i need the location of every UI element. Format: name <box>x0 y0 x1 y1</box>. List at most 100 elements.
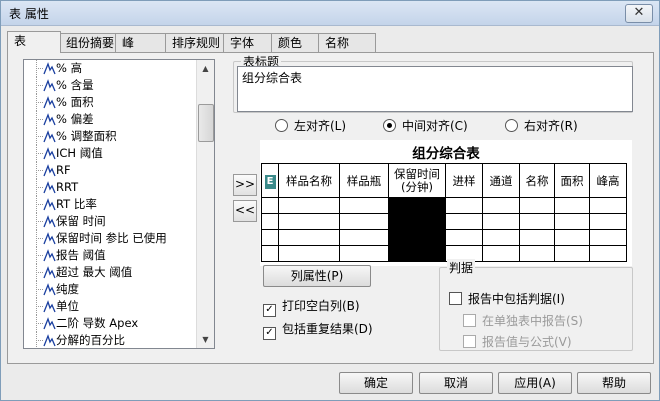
field-list-item-label: % 偏差 <box>56 112 94 126</box>
align-center-radio[interactable]: 中间对齐(C) <box>383 117 468 134</box>
separate-table-checkbox[interactable]: 在单独表中报告(S) <box>463 312 583 329</box>
column-header[interactable]: 名称 <box>519 163 555 198</box>
field-list-item[interactable]: 二阶 导数 Apex <box>24 315 196 332</box>
radio-circle-icon <box>275 119 288 132</box>
scroll-down-icon[interactable]: ▼ <box>197 331 214 348</box>
field-list-item-label: ICH 阈值 <box>56 146 103 160</box>
field-list-item[interactable]: 保留 时间 <box>24 213 196 230</box>
field-list-item-label: RRT <box>56 180 79 194</box>
peak-field-icon <box>43 283 56 296</box>
field-list-item[interactable]: ICH 阈值 <box>24 145 196 162</box>
column-header[interactable]: 峰高 <box>589 163 627 198</box>
peak-field-icon <box>43 181 56 194</box>
scroll-up-icon[interactable]: ▲ <box>197 60 214 77</box>
ok-button[interactable]: 确定 <box>339 372 413 394</box>
apply-button[interactable]: 应用(A) <box>498 372 572 394</box>
peak-field-icon <box>43 232 56 245</box>
align-right-label: 右对齐(R) <box>524 119 578 133</box>
judgement-label: 判据 <box>447 259 476 276</box>
help-button[interactable]: 帮助 <box>577 372 651 394</box>
print-blank-label: 打印空白列(B) <box>282 299 360 313</box>
field-list-item[interactable]: 纯度 <box>24 281 196 298</box>
field-list-item[interactable]: 保留时间 参比 已使用 <box>24 230 196 247</box>
checkmark-icon: ✓ <box>263 327 276 340</box>
field-list-item[interactable]: % 高 <box>24 60 196 77</box>
column-header[interactable]: 通道 <box>482 163 520 198</box>
field-list-items: % 高 % 含量 % 面积 % 偏差 % 调整面积 ICH 阈值 RF RRT RT 比率保留 … <box>24 60 196 348</box>
peak-field-icon <box>43 266 56 279</box>
tab-peak[interactable]: 峰 <box>115 33 172 52</box>
peak-field-icon <box>43 198 56 211</box>
field-list-item-label: RF <box>56 163 71 177</box>
field-list-item-label: % 调整面积 <box>56 129 117 143</box>
print-blank-columns-checkbox[interactable]: ✓ 打印空白列(B) <box>263 297 360 317</box>
align-left-radio[interactable]: 左对齐(L) <box>275 117 346 134</box>
field-list-item-label: RT 比率 <box>56 197 97 211</box>
values-formulas-checkbox[interactable]: 报告值与公式(V) <box>463 333 572 350</box>
table-preview: 组分综合表 E 样品名称 样品瓶 保留时间 (分钟) 进样 通道 名称 面积 峰… <box>260 140 632 266</box>
peak-field-icon <box>43 215 56 228</box>
align-left-label: 左对齐(L) <box>294 119 347 133</box>
column-marker-cell[interactable]: E <box>261 163 279 198</box>
column-header[interactable]: 样品名称 <box>278 163 340 198</box>
include-duplicates-label: 包括重复结果(D) <box>282 322 373 336</box>
field-list-item[interactable]: % 调整面积 <box>24 128 196 145</box>
field-list-item[interactable]: % 含量 <box>24 77 196 94</box>
close-button[interactable]: ✕ <box>625 4 653 23</box>
field-list-item-label: 单位 <box>56 299 79 313</box>
field-list-item-label: % 含量 <box>56 78 94 92</box>
cancel-button[interactable]: 取消 <box>419 372 493 394</box>
column-header[interactable]: 面积 <box>554 163 590 198</box>
checkbox-icon <box>463 335 476 348</box>
field-list-item-label: 保留时间 参比 已使用 <box>56 231 167 245</box>
align-right-radio[interactable]: 右对齐(R) <box>505 117 578 134</box>
tab-name[interactable]: 名称 <box>318 33 376 52</box>
field-list-item[interactable]: 超过 最大 阈值 <box>24 264 196 281</box>
selected-column-body[interactable] <box>388 197 446 262</box>
field-list-item[interactable]: RF <box>24 162 196 179</box>
peak-field-icon <box>43 62 56 75</box>
radio-circle-icon <box>505 119 518 132</box>
field-list-item[interactable]: RT 比率 <box>24 196 196 213</box>
align-center-label: 中间对齐(C) <box>402 119 468 133</box>
field-list-item-label: 超过 最大 阈值 <box>56 265 133 279</box>
field-list-item[interactable]: RRT <box>24 179 196 196</box>
peak-field-icon <box>43 113 56 126</box>
column-header[interactable]: 样品瓶 <box>339 163 389 198</box>
field-list-item[interactable]: 报告 阈值 <box>24 247 196 264</box>
column-header[interactable]: 保留时间 (分钟) <box>388 163 446 198</box>
field-list-item[interactable]: % 偏差 <box>24 111 196 128</box>
include-duplicates-checkbox[interactable]: ✓ 包括重复结果(D) <box>263 320 373 340</box>
field-list-item[interactable]: 单位 <box>24 298 196 315</box>
peak-field-icon <box>43 147 56 160</box>
table-properties-dialog: 表 属性 ✕ 表 组份摘要 峰 排序规则 字体 颜色 名称 % 高 % 含量 % 面… <box>0 0 660 401</box>
peak-field-icon <box>43 317 56 330</box>
include-judgement-label: 报告中包括判据(I) <box>468 292 565 306</box>
preview-title: 组分综合表 <box>412 146 480 162</box>
column-header[interactable]: 进样 <box>445 163 483 198</box>
scroll-thumb[interactable] <box>198 104 214 142</box>
column-properties-button[interactable]: 列属性(P) <box>263 265 371 287</box>
remove-column-button[interactable]: << <box>233 200 257 222</box>
field-list-item[interactable]: 分解的百分比 <box>24 332 196 348</box>
checkbox-icon <box>463 314 476 327</box>
field-list-item[interactable]: % 面积 <box>24 94 196 111</box>
checkbox-icon <box>449 292 462 305</box>
field-list[interactable]: % 高 % 含量 % 面积 % 偏差 % 调整面积 ICH 阈值 RF RRT RT 比率保留 … <box>23 59 215 349</box>
tab-table[interactable]: 表 <box>7 31 61 53</box>
window-title: 表 属性 <box>9 7 49 21</box>
tab-strip: 表 组份摘要 峰 排序规则 字体 颜色 名称 <box>7 31 653 53</box>
values-formulas-label: 报告值与公式(V) <box>482 335 572 349</box>
field-list-scrollbar[interactable]: ▲ ▼ <box>196 60 214 348</box>
include-judgement-checkbox[interactable]: 报告中包括判据(I) <box>449 290 565 307</box>
field-list-item-label: 报告 阈值 <box>56 248 106 262</box>
peak-field-icon <box>43 96 56 109</box>
tab-color[interactable]: 颜色 <box>271 33 325 52</box>
field-list-item-label: % 面积 <box>56 95 94 109</box>
table-title-input[interactable]: 组分综合表 <box>237 66 633 112</box>
checkmark-icon: ✓ <box>263 304 276 317</box>
preview-grid[interactable]: E 样品名称 样品瓶 保留时间 (分钟) 进样 通道 名称 面积 峰高 <box>261 163 627 262</box>
add-column-button[interactable]: >> <box>233 174 257 196</box>
column-marker-icon: E <box>264 174 276 189</box>
tab-font[interactable]: 字体 <box>223 33 277 52</box>
